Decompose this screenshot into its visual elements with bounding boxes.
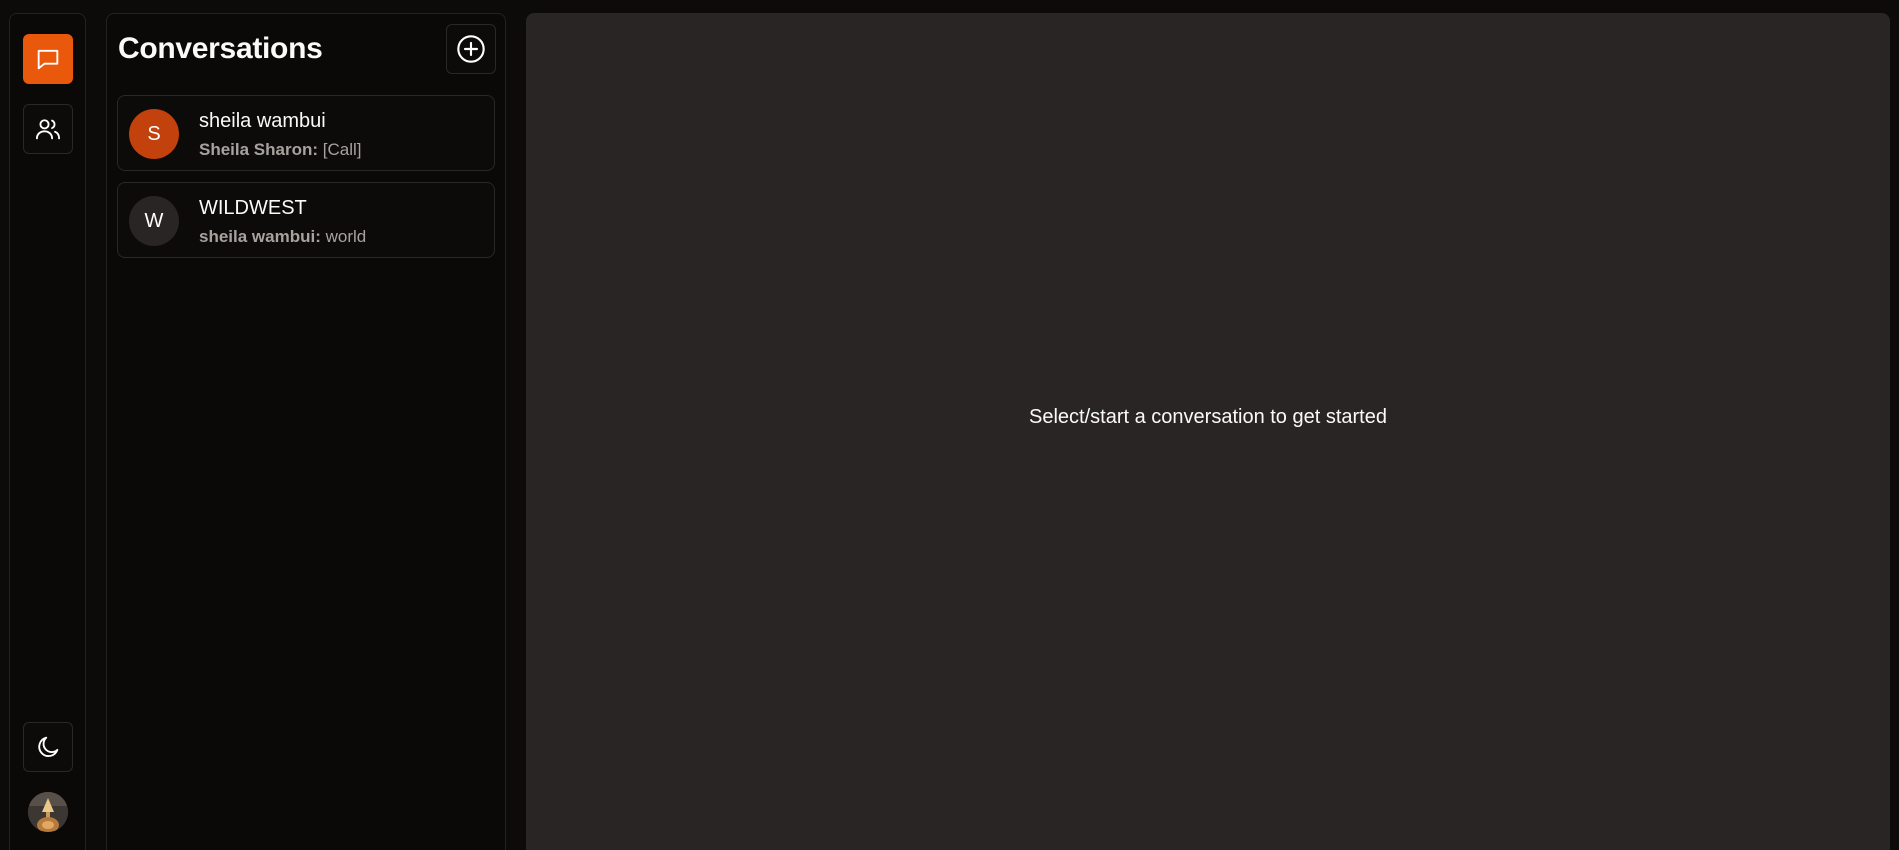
users-icon <box>35 119 61 140</box>
moon-icon <box>38 736 59 757</box>
new-conversation-button[interactable] <box>446 24 496 74</box>
conversation-name: sheila wambui <box>199 110 326 132</box>
empty-state-message: Select/start a conversation to get start… <box>1029 406 1387 428</box>
conversations-panel: Conversations S sheila wambui Sheila Sha… <box>106 13 506 850</box>
user-avatar[interactable] <box>28 792 68 832</box>
preview-message: world <box>325 227 367 246</box>
preview-sender: Sheila Sharon: <box>199 140 319 159</box>
conversation-avatar: W <box>129 196 179 246</box>
page-title: Conversations <box>118 32 323 65</box>
conversation-preview: sheila wambui: world <box>199 227 366 247</box>
conversation-preview: Sheila Sharon: [Call] <box>199 140 362 160</box>
preview-message: [Call] <box>322 140 362 159</box>
chat-bubble-icon <box>37 49 59 70</box>
conversation-item[interactable]: W WILDWEST sheila wambui: world <box>117 182 495 258</box>
theme-toggle-button[interactable] <box>23 722 73 772</box>
profile-photo <box>28 792 68 832</box>
preview-sender: sheila wambui: <box>199 227 321 246</box>
users-nav-button[interactable] <box>23 104 73 154</box>
chats-nav-button[interactable] <box>23 34 73 84</box>
main-chat-area: Select/start a conversation to get start… <box>526 13 1890 850</box>
conversation-item[interactable]: S sheila wambui Sheila Sharon: [Call] <box>117 95 495 171</box>
conversation-avatar: S <box>129 109 179 159</box>
plus-circle-icon <box>457 35 485 63</box>
nav-rail <box>9 13 86 850</box>
conversation-name: WILDWEST <box>199 197 307 219</box>
